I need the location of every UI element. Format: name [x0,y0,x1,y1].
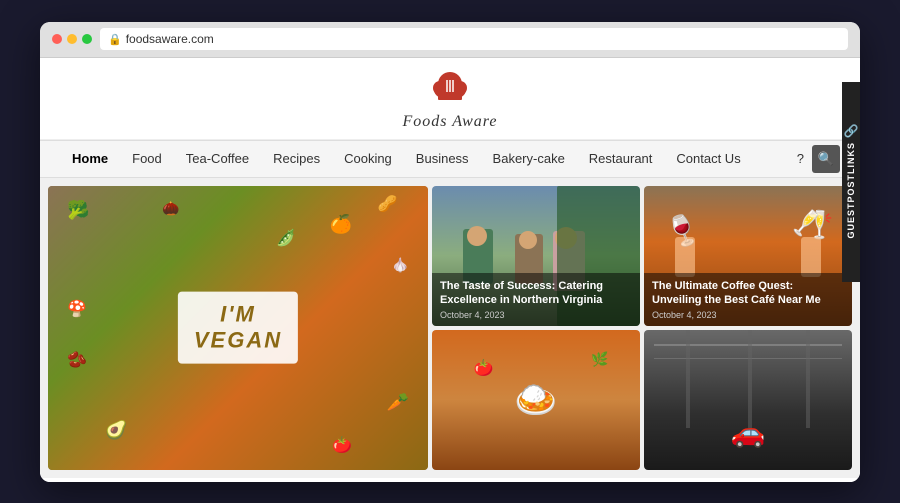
car-image: 🚗 [644,330,852,470]
address-bar[interactable]: 🔒 foodsaware.com [100,28,848,50]
chef-hat-icon [430,70,470,111]
right-top-row: The Taste of Success: Catering Excellenc… [432,186,852,326]
nav-item-recipes[interactable]: Recipes [261,143,332,174]
vegan-background: 🥦 🥜 🍊 🌰 🫛 🫘 🥕 🥑 🍅 🍄 🧄 I'MVEGAN [48,186,428,470]
window-controls [52,34,92,44]
nav-item-home[interactable]: Home [60,143,120,174]
lock-icon: 🔒 [108,33,122,46]
site-logo: Foods Aware [40,70,860,131]
browser-window: 🔒 foodsaware.com [40,22,860,482]
nav-item-tea-coffee[interactable]: Tea-Coffee [174,143,261,174]
orange-icon: 🍊 [330,214,352,235]
nav-item-business[interactable]: Business [404,143,481,174]
person1-head [467,226,487,246]
close-button[interactable] [52,34,62,44]
nav-item-restaurant[interactable]: Restaurant [577,143,665,174]
mushroom-icon: 🍄 [67,299,87,319]
maximize-button[interactable] [82,34,92,44]
curry-image: 🍛 🍅 🌿 [432,330,640,470]
minimize-button[interactable] [67,34,77,44]
tomato-small: 🍅 [474,358,494,378]
pillar2 [748,330,752,428]
right-column: The Taste of Success: Catering Excellenc… [432,186,852,470]
search-button[interactable]: 🔍 [812,145,840,173]
vegan-text: I'MVEGAN [178,291,298,364]
seeds-icon: 🌰 [162,200,179,217]
catering-article-label: The Taste of Success: Catering Excellenc… [432,273,640,326]
beans-icon: 🫘 [67,350,87,370]
arm2 [801,237,821,277]
curry-article-card[interactable]: 🍛 🍅 🌿 [432,330,640,470]
catering-article-card[interactable]: The Taste of Success: Catering Excellenc… [432,186,640,326]
site-header: Foods Aware [40,58,860,140]
nav-item-food[interactable]: Food [120,143,174,174]
catering-title: The Taste of Success: Catering Excellenc… [440,279,632,308]
coffee-article-label: The Ultimate Coffee Quest: Unveiling the… [644,273,852,326]
arm1 [675,237,695,277]
nav-item-cooking[interactable]: Cooking [332,143,404,174]
url-text: foodsaware.com [126,32,214,46]
logo-text: Foods Aware [402,113,497,131]
herb-icon: 🌿 [591,351,608,368]
pillar1 [686,330,690,428]
right-bottom-row: 🍛 🍅 🌿 🚗 [432,330,852,470]
broccoli-icon: 🥦 [67,200,89,221]
carrot-icon: 🥕 [387,392,409,413]
garlic-icon: 🧄 [392,257,409,274]
browser-titlebar: 🔒 foodsaware.com [40,22,860,58]
nav-more-button[interactable]: ? [789,143,812,174]
nuts-icon: 🥜 [378,194,398,214]
pillar3 [806,330,810,428]
nav-item-contact[interactable]: Contact Us [664,143,752,174]
car-article-card[interactable]: 🚗 [644,330,852,470]
main-article-card[interactable]: 🥦 🥜 🍊 🌰 🫛 🫘 🥕 🥑 🍅 🍄 🧄 I'MVEGAN [48,186,428,470]
person2-head [519,231,537,249]
guestpost-sidebar[interactable]: 🔗 GUESTPOSTLINKS [842,82,860,282]
pea-icon: 🫛 [276,228,296,248]
coffee-date: October 4, 2023 [652,310,844,320]
tomato-icon: 🍅 [332,435,352,455]
nav-items: Home Food Tea-Coffee Recipes Cooking Bus… [60,143,789,174]
coffee-title: The Ultimate Coffee Quest: Unveiling the… [652,279,844,308]
curry-emoji: 🍛 [514,379,558,420]
guestpost-icon: 🔗 [844,124,859,138]
nav-bar: Home Food Tea-Coffee Recipes Cooking Bus… [40,140,860,178]
coffee-article-card[interactable]: 🍷 🥂 The Ultimate Coffee Quest: Unveiling… [644,186,852,326]
avocado-icon: 🥑 [105,420,127,441]
nav-item-bakery[interactable]: Bakery-cake [481,143,577,174]
guestpost-label: GUESTPOSTLINKS [846,142,856,239]
search-icon: 🔍 [818,151,834,167]
catering-date: October 4, 2023 [440,310,632,320]
content-area: 🥦 🥜 🍊 🌰 🫛 🫘 🥕 🥑 🍅 🍄 🧄 I'MVEGAN [40,178,860,478]
website-content: Foods Aware Home Food Tea-Coffee Recipes… [40,58,860,482]
